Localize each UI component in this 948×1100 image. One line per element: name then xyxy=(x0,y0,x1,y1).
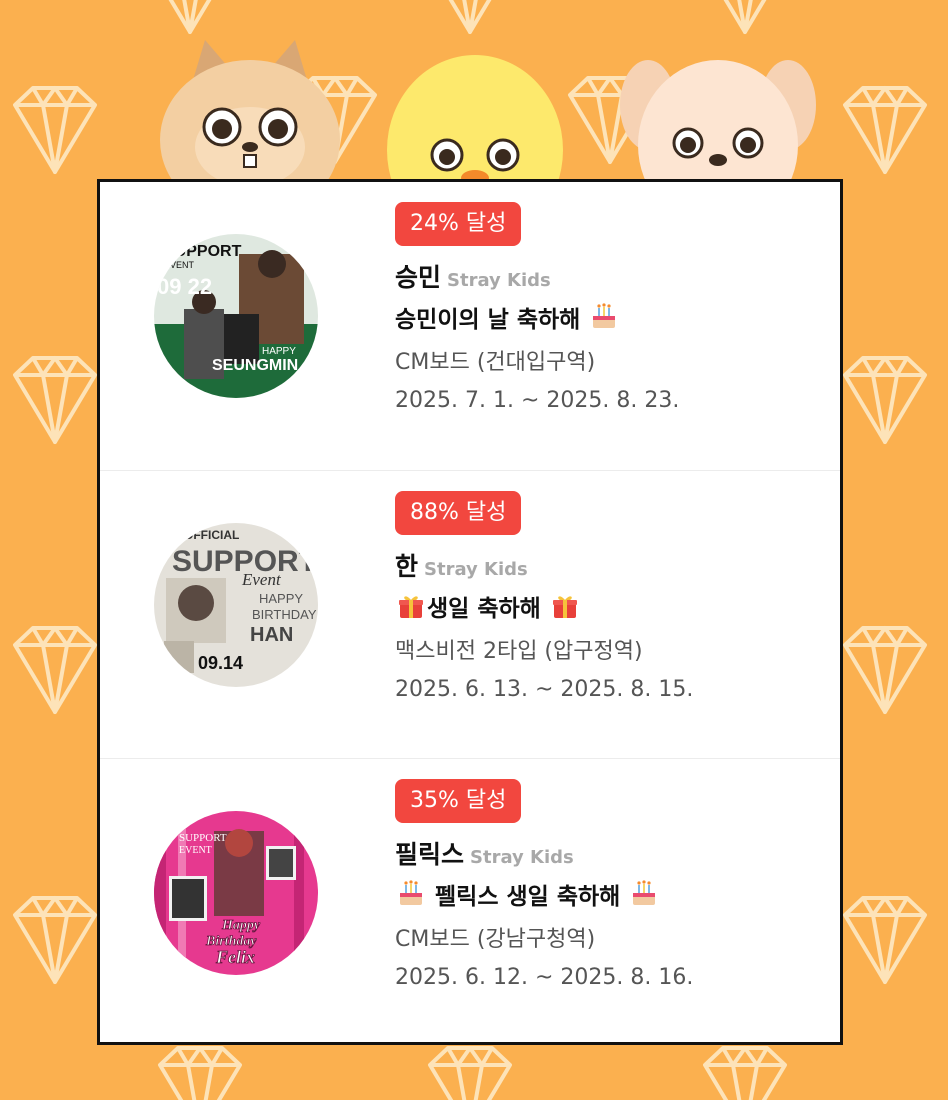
poster-text: SUPPORT xyxy=(164,243,242,260)
poster-text: HAPPY xyxy=(262,346,296,357)
event-location: 맥스비전 2타입 (압구정역) xyxy=(395,639,643,664)
event-title-text: 승민이의 날 축하해 xyxy=(395,307,581,333)
seungmin-poster-image: SUPPORT EVENT 09 22 HAPPY SEUNGMIN xyxy=(154,234,318,398)
event-title: 생일 축하해 xyxy=(395,589,815,623)
member-name: 필릭스 xyxy=(395,840,465,869)
group-name: Stray Kids xyxy=(447,270,551,291)
birthday-cake-icon xyxy=(593,303,616,328)
gift-icon xyxy=(552,596,577,618)
progress-badge: 24% 달성 xyxy=(395,202,522,246)
poster-text: EVENT xyxy=(164,260,195,270)
birthday-cake-icon xyxy=(400,880,422,905)
event-poster-thumbnail[interactable]: SUPPORT EVENT 09 22 HAPPY SEUNGMIN xyxy=(154,234,318,398)
han-poster-image: OFFICIAL SUPPORT Event HAPPY BIRTHDAY HA… xyxy=(154,523,318,687)
quokka-mascot-icon xyxy=(160,40,340,185)
member-name: 한 xyxy=(395,552,419,581)
event-location: CM보드 (건대입구역) xyxy=(395,350,596,375)
event-location: CM보드 (강남구청역) xyxy=(395,927,596,952)
event-title-text: 생일 축하해 xyxy=(427,596,541,622)
felix-poster-image: SUPPORT EVENT Happy Birthday Felix xyxy=(154,811,318,975)
poster-text: Event xyxy=(241,570,282,589)
event-dates: 2025. 7. 1. ~ 2025. 8. 23. xyxy=(395,388,680,413)
birthday-cake-icon xyxy=(633,880,656,905)
event-dates: 2025. 6. 13. ~ 2025. 8. 15. xyxy=(395,677,694,702)
poster-text: SUPPORT xyxy=(179,832,227,844)
event-row-felix[interactable]: SUPPORT EVENT Happy Birthday Felix 35% 달… xyxy=(100,758,840,1047)
progress-badge: 35% 달성 xyxy=(395,779,522,823)
group-name: Stray Kids xyxy=(424,559,528,580)
poster-text: HAPPY xyxy=(259,591,303,606)
poster-text: Felix xyxy=(215,947,255,967)
event-dates: 2025. 6. 12. ~ 2025. 8. 16. xyxy=(395,965,694,990)
gift-icon xyxy=(399,596,423,618)
progress-badge: 88% 달성 xyxy=(395,491,522,535)
event-poster-thumbnail[interactable]: OFFICIAL SUPPORT Event HAPPY BIRTHDAY HA… xyxy=(154,523,318,687)
chick-mascot-icon xyxy=(387,55,563,185)
puppy-mascot-icon xyxy=(620,60,816,185)
event-poster-thumbnail[interactable]: SUPPORT EVENT Happy Birthday Felix xyxy=(154,811,318,975)
poster-text: 09.14 xyxy=(198,653,243,673)
event-row-han[interactable]: OFFICIAL SUPPORT Event HAPPY BIRTHDAY HA… xyxy=(100,470,840,759)
poster-text: SEUNGMIN xyxy=(212,357,298,374)
poster-text: HAN xyxy=(250,624,293,646)
event-title: 승민이의 날 축하해 xyxy=(395,300,815,334)
event-row-seungmin[interactable]: SUPPORT EVENT 09 22 HAPPY SEUNGMIN 24% 달… xyxy=(100,182,840,470)
poster-text: BIRTHDAY xyxy=(252,607,317,622)
poster-text: OFFICIAL xyxy=(184,528,239,542)
event-title-text: 펠릭스 생일 축하해 xyxy=(435,884,621,910)
support-event-list: SUPPORT EVENT 09 22 HAPPY SEUNGMIN 24% 달… xyxy=(97,179,843,1045)
poster-text: Happy xyxy=(221,918,261,933)
event-title: 펠릭스 생일 축하해 xyxy=(395,877,815,911)
group-name: Stray Kids xyxy=(470,847,574,868)
poster-text: EVENT xyxy=(179,845,212,856)
poster-text: 09 22 xyxy=(157,274,212,299)
member-name: 승민 xyxy=(395,263,442,292)
